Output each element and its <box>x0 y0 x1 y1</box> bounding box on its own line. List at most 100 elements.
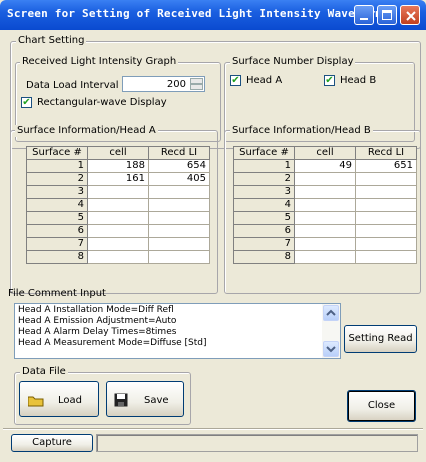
row-header: 7 <box>233 237 295 251</box>
cell[interactable] <box>87 211 149 225</box>
status-bar <box>96 434 418 452</box>
table-row[interactable]: 8 <box>233 250 417 264</box>
file-comment-label: File Comment Input <box>8 288 106 299</box>
cell[interactable] <box>148 211 210 225</box>
cell[interactable]: 161 <box>87 172 149 186</box>
table-row[interactable]: 3 <box>26 185 210 199</box>
client-area: Chart Setting Received Light Intensity G… <box>3 30 423 459</box>
table-header-row: Surface # cell Recd LI <box>233 146 417 160</box>
table-row[interactable]: 7 <box>26 237 210 251</box>
floppy-disk-icon <box>114 393 128 407</box>
table-row[interactable]: 4 <box>233 198 417 212</box>
save-button[interactable]: Save <box>106 381 184 417</box>
table-row[interactable]: 7 <box>233 237 417 251</box>
scroll-down-button[interactable] <box>323 341 339 357</box>
row-header: 6 <box>233 224 295 238</box>
comment-line: Head A Alarm Delay Times=8times <box>18 327 177 337</box>
row-header: 1 <box>26 159 88 173</box>
file-comment-memo[interactable]: Head A Installation Mode=Diff Refl Head … <box>14 303 341 359</box>
window-title: Screen for Setting of Received Light Int… <box>7 7 383 20</box>
comment-line: Head A Installation Mode=Diff Refl <box>18 305 174 315</box>
title-bar[interactable]: Screen for Setting of Received Light Int… <box>0 0 426 30</box>
rect-wave-checkbox[interactable]: ✔ <box>21 97 32 108</box>
minimize-icon <box>360 18 368 20</box>
cell[interactable] <box>355 198 417 212</box>
cell[interactable] <box>355 237 417 251</box>
table-row[interactable]: 4 <box>26 198 210 212</box>
spin-down-button[interactable] <box>190 84 203 90</box>
row-header: 4 <box>233 198 295 212</box>
cell[interactable]: 405 <box>148 172 210 186</box>
cell[interactable] <box>355 172 417 186</box>
table-row[interactable]: 8 <box>26 250 210 264</box>
scroll-up-button[interactable] <box>323 305 339 321</box>
table-row[interactable]: 2 161 405 <box>26 172 210 186</box>
cell[interactable] <box>294 237 356 251</box>
minimize-button[interactable] <box>354 5 374 25</box>
row-header: 2 <box>26 172 88 186</box>
cell[interactable] <box>294 211 356 225</box>
row-header: 8 <box>26 250 88 264</box>
cell[interactable] <box>355 185 417 199</box>
graph-group-title: Received Light Intensity Graph <box>20 56 179 68</box>
comment-line: Head A Emission Adjustment=Auto <box>18 316 177 326</box>
save-label: Save <box>144 395 169 406</box>
head-a-label: Head A <box>246 75 283 86</box>
table-row[interactable]: 2 <box>233 172 417 186</box>
comment-line: Head A Measurement Mode=Diffuse [Std] <box>18 338 207 348</box>
table-row[interactable]: 5 <box>233 211 417 225</box>
row-header: 1 <box>233 159 295 173</box>
cell[interactable] <box>87 237 149 251</box>
chevron-down-icon <box>326 346 336 353</box>
cell[interactable] <box>355 250 417 264</box>
cell[interactable] <box>87 224 149 238</box>
setting-read-button[interactable]: Setting Read <box>344 325 417 353</box>
cell[interactable] <box>294 172 356 186</box>
cell[interactable]: 188 <box>87 159 149 173</box>
table-row[interactable]: 6 <box>233 224 417 238</box>
cell[interactable] <box>355 211 417 225</box>
data-load-interval-value: 200 <box>166 79 186 90</box>
table-row[interactable]: 3 <box>233 185 417 199</box>
head-a-checkbox[interactable]: ✔ <box>230 75 241 86</box>
table-row[interactable]: 1 49 651 <box>233 159 417 173</box>
folder-icon <box>28 396 44 407</box>
cell[interactable] <box>148 250 210 264</box>
cell[interactable] <box>148 185 210 199</box>
capture-button[interactable]: Capture <box>11 434 93 452</box>
chevron-up-icon <box>326 309 336 316</box>
cell[interactable] <box>87 198 149 212</box>
cell[interactable] <box>294 198 356 212</box>
table-row[interactable]: 6 <box>26 224 210 238</box>
table-row[interactable]: 1 188 654 <box>26 159 210 173</box>
maximize-button[interactable] <box>377 5 397 25</box>
data-load-interval-spinner[interactable]: 200 <box>122 76 205 92</box>
head-a-table[interactable]: Surface # cell Recd LI 1 188 654 2 161 405 3… <box>26 146 210 264</box>
load-button[interactable]: Load <box>19 381 99 417</box>
row-header: 8 <box>233 250 295 264</box>
cell[interactable] <box>294 250 356 264</box>
cell[interactable] <box>87 185 149 199</box>
row-header: 5 <box>26 211 88 225</box>
close-button[interactable]: Close <box>347 390 416 422</box>
close-window-button[interactable] <box>400 5 420 25</box>
head-b-group-title: Surface Information/Head B <box>230 125 373 137</box>
data-load-interval-label: Data Load Interval <box>26 80 119 91</box>
row-header: 3 <box>233 185 295 199</box>
head-b-checkbox[interactable]: ✔ <box>324 75 335 86</box>
cell[interactable] <box>148 224 210 238</box>
cell[interactable] <box>355 224 417 238</box>
cell[interactable] <box>148 237 210 251</box>
table-row[interactable]: 5 <box>26 211 210 225</box>
comment-scrollbar[interactable] <box>322 304 340 358</box>
head-b-table[interactable]: Surface # cell Recd LI 1 49 651 2 3 4 5 6 … <box>233 146 417 264</box>
column-header: Surface # <box>233 146 295 160</box>
close-icon <box>406 11 416 21</box>
cell[interactable]: 654 <box>148 159 210 173</box>
cell[interactable]: 651 <box>355 159 417 173</box>
cell[interactable] <box>294 185 356 199</box>
cell[interactable] <box>87 250 149 264</box>
cell[interactable] <box>294 224 356 238</box>
cell[interactable] <box>148 198 210 212</box>
cell[interactable]: 49 <box>294 159 356 173</box>
